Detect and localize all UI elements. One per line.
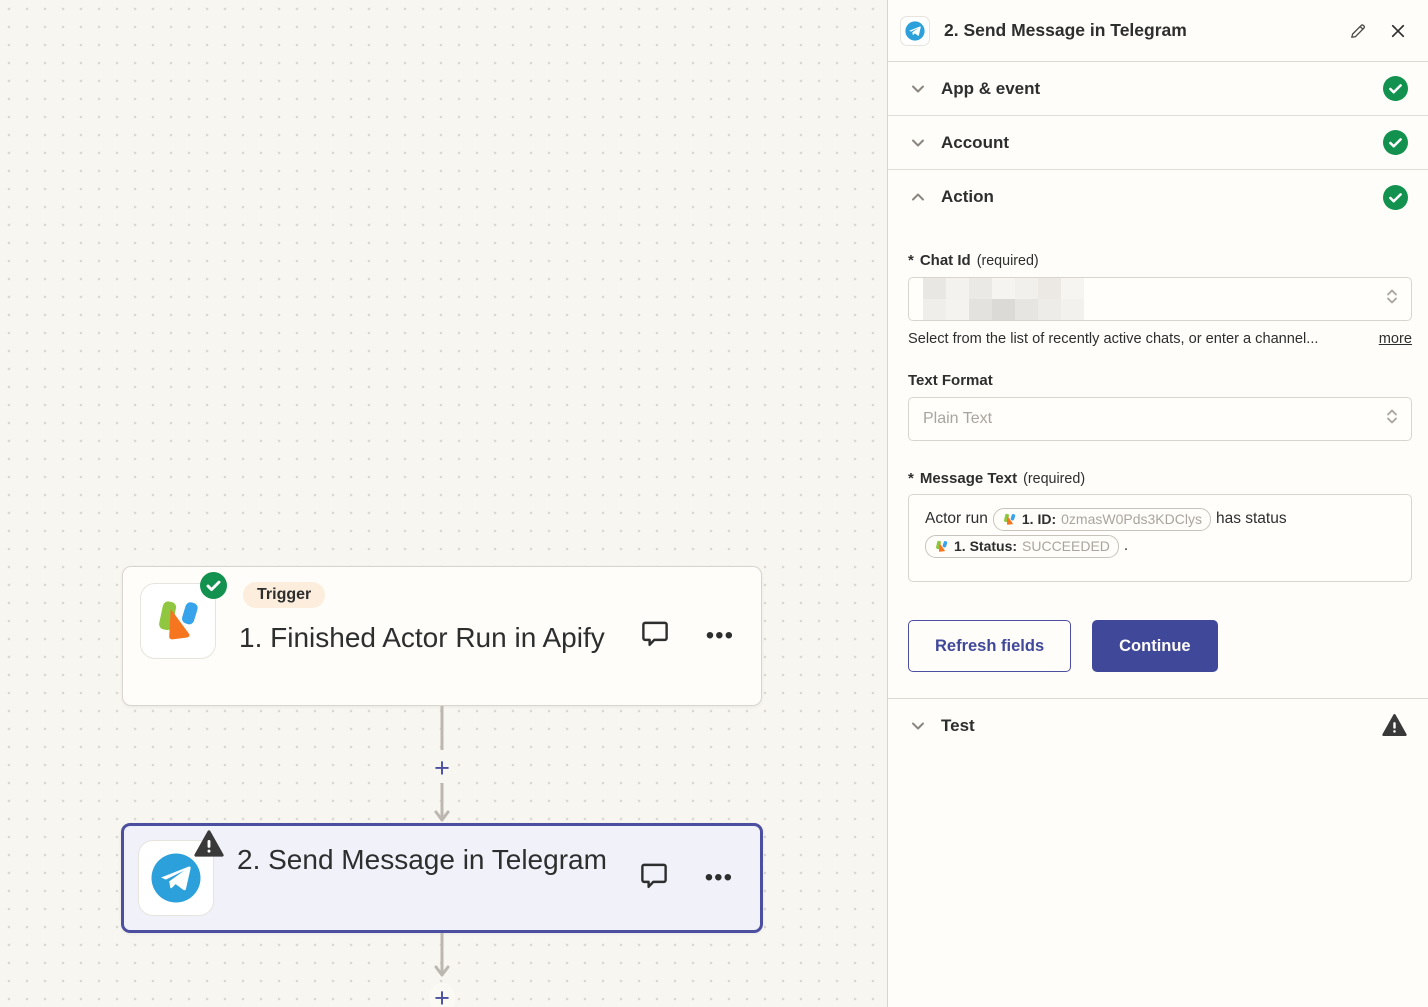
message-text-suffix: . bbox=[1124, 537, 1128, 554]
zap-canvas: Trigger 1. Finished Actor Run in Apify •… bbox=[0, 0, 888, 1007]
trigger-step-card[interactable]: Trigger 1. Finished Actor Run in Apify •… bbox=[122, 566, 762, 706]
comment-icon[interactable] bbox=[638, 617, 672, 656]
required-asterisk: * bbox=[908, 252, 914, 269]
step-menu-ellipsis-icon[interactable]: ••• bbox=[705, 866, 733, 890]
form-buttons-row: Refresh fields Continue bbox=[908, 620, 1412, 672]
section-label: Action bbox=[941, 187, 1369, 207]
action-step-card-selected[interactable]: 2. Send Message in Telegram ••• bbox=[121, 823, 763, 933]
trigger-badge: Trigger bbox=[243, 582, 325, 608]
token-label: 1. ID: bbox=[1022, 506, 1056, 533]
message-text-prefix: Actor run bbox=[925, 510, 988, 527]
required-hint: (required) bbox=[977, 253, 1039, 269]
section-label: App & event bbox=[941, 79, 1369, 99]
zapier-editor: Trigger 1. Finished Actor Run in Apify •… bbox=[0, 0, 1428, 1007]
refresh-fields-button[interactable]: Refresh fields bbox=[908, 620, 1071, 672]
telegram-logo-icon bbox=[900, 16, 930, 46]
section-test[interactable]: Test bbox=[888, 698, 1428, 752]
panel-header: 2. Send Message in Telegram bbox=[888, 0, 1428, 62]
section-warning-icon bbox=[1381, 713, 1408, 738]
trigger-step-title: 1. Finished Actor Run in Apify bbox=[239, 618, 639, 657]
apify-app-icon-box bbox=[140, 583, 216, 659]
redacted-chat-id-value bbox=[923, 278, 1084, 320]
step-connector: + bbox=[427, 933, 457, 1007]
action-step-title: 2. Send Message in Telegram bbox=[237, 840, 637, 879]
required-asterisk: * bbox=[908, 470, 914, 487]
text-format-select[interactable]: Plain Text bbox=[908, 397, 1412, 441]
apify-logo-icon bbox=[1002, 512, 1017, 527]
apify-logo-icon bbox=[934, 539, 949, 554]
comment-icon[interactable] bbox=[637, 859, 671, 898]
token-value: 0zmasW0Pds3KDClys bbox=[1061, 506, 1202, 533]
chat-id-helper-text: Select from the list of recently active … bbox=[908, 331, 1379, 347]
step-connector: + bbox=[427, 706, 457, 826]
section-action[interactable]: Action bbox=[888, 170, 1428, 224]
combobox-caret-icon bbox=[1385, 287, 1399, 312]
mapped-field-token-status[interactable]: 1. Status:SUCCEEDED bbox=[925, 535, 1119, 558]
close-icon[interactable] bbox=[1385, 18, 1411, 44]
telegram-app-icon-box bbox=[138, 840, 214, 916]
token-value: SUCCEEDED bbox=[1022, 533, 1110, 560]
action-form: * Chat Id (required) Select from the lis… bbox=[888, 252, 1428, 672]
add-step-button[interactable]: + bbox=[429, 983, 455, 1007]
message-text-label: Message Text bbox=[920, 470, 1017, 487]
message-text-editor[interactable]: Actor run 1. ID:0zmasW0Pds3KDClys has stat… bbox=[908, 494, 1412, 582]
edit-pencil-icon[interactable] bbox=[1345, 18, 1371, 44]
message-text-label-row: * Message Text (required) bbox=[908, 470, 1412, 487]
step-success-badge-icon bbox=[200, 572, 227, 604]
required-hint: (required) bbox=[1023, 471, 1085, 487]
section-complete-check-icon bbox=[1383, 76, 1408, 101]
chat-id-label-row: * Chat Id (required) bbox=[908, 252, 1412, 269]
chevron-up-icon bbox=[909, 188, 927, 206]
chat-id-helper-row: Select from the list of recently active … bbox=[908, 331, 1412, 347]
step-menu-ellipsis-icon[interactable]: ••• bbox=[706, 624, 734, 648]
panel-title: 2. Send Message in Telegram bbox=[944, 20, 1331, 41]
section-label: Test bbox=[941, 716, 1367, 736]
step-warning-badge-icon bbox=[193, 829, 225, 864]
apify-logo-icon bbox=[152, 595, 204, 647]
add-step-button[interactable]: + bbox=[432, 754, 452, 783]
token-label: 1. Status: bbox=[954, 533, 1017, 560]
chevron-down-icon bbox=[909, 80, 927, 98]
continue-button[interactable]: Continue bbox=[1092, 620, 1218, 672]
section-complete-check-icon bbox=[1383, 130, 1408, 155]
text-format-value: Plain Text bbox=[923, 410, 992, 428]
message-text-middle: has status bbox=[1216, 510, 1287, 527]
text-format-label: Text Format bbox=[908, 372, 1412, 389]
combobox-caret-icon bbox=[1385, 407, 1399, 432]
more-link[interactable]: more bbox=[1379, 331, 1412, 347]
chat-id-combobox[interactable] bbox=[908, 277, 1412, 321]
step-settings-panel: 2. Send Message in Telegram App & event bbox=[888, 0, 1428, 1007]
section-complete-check-icon bbox=[1383, 185, 1408, 210]
chevron-down-icon bbox=[909, 134, 927, 152]
chat-id-label: Chat Id bbox=[920, 252, 971, 269]
chevron-down-icon bbox=[909, 717, 927, 735]
section-account[interactable]: Account bbox=[888, 116, 1428, 170]
mapped-field-token-id[interactable]: 1. ID:0zmasW0Pds3KDClys bbox=[993, 508, 1211, 531]
section-label: Account bbox=[941, 133, 1369, 153]
section-app-and-event[interactable]: App & event bbox=[888, 62, 1428, 116]
